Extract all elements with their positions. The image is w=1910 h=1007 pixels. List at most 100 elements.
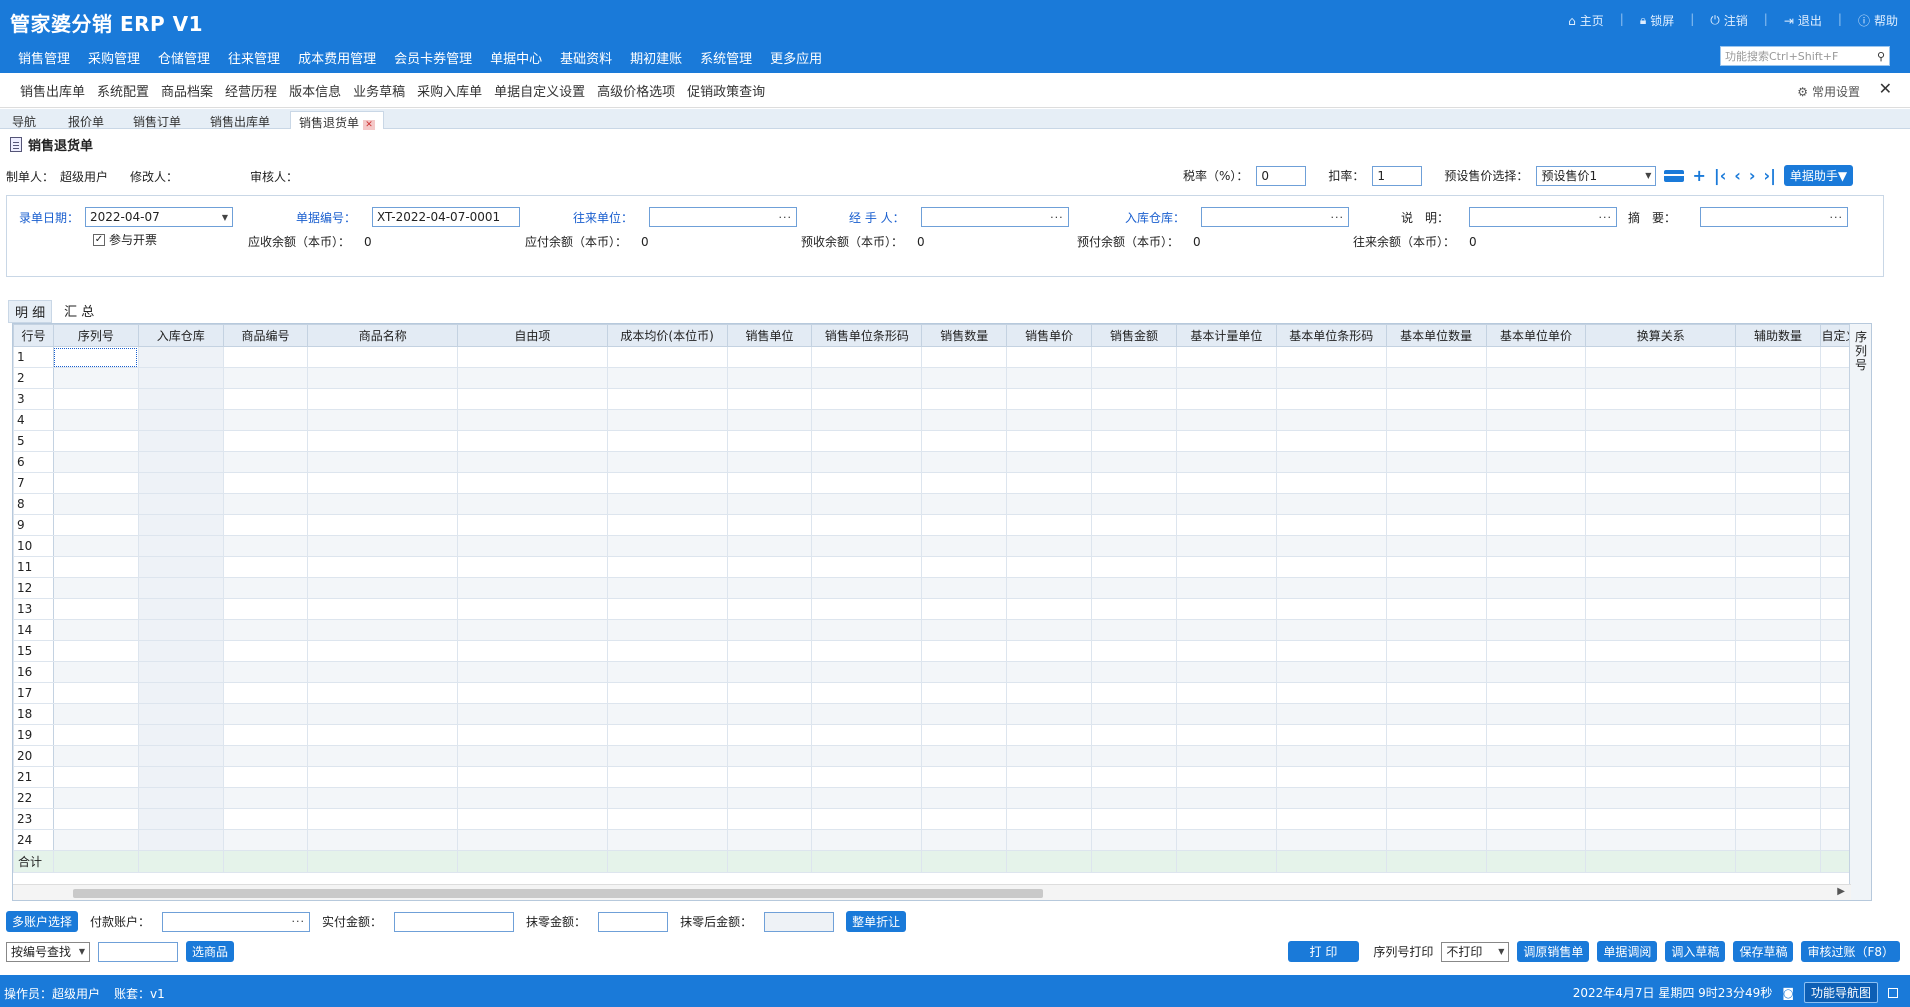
grid-cell[interactable] [1175, 619, 1277, 641]
grid-cell[interactable] [606, 787, 728, 809]
grid-cell[interactable] [457, 703, 608, 725]
grid-cell[interactable] [606, 682, 728, 704]
grid-cell[interactable] [606, 388, 728, 410]
grid-cell[interactable] [52, 514, 139, 536]
table-row[interactable]: 24 [13, 829, 1871, 851]
grid-cell[interactable] [921, 829, 1008, 851]
grid-cell[interactable] [921, 787, 1008, 809]
grid-cell[interactable] [1735, 493, 1821, 515]
submenu-promo[interactable]: 促销政策查询 [687, 81, 765, 100]
grid-cell[interactable] [726, 346, 813, 368]
grid-cell[interactable] [1275, 661, 1387, 683]
grid-cell[interactable] [1091, 451, 1177, 473]
grid-cell[interactable] [307, 787, 459, 809]
more-icon[interactable]: ··· [1331, 211, 1345, 224]
grid-cell[interactable] [811, 514, 923, 536]
grid-cell[interactable] [1175, 430, 1277, 452]
help-link[interactable]: ⓘ 帮助 [1858, 12, 1898, 29]
grid-cell[interactable] [137, 808, 224, 830]
grid-cell[interactable] [307, 451, 459, 473]
grid-cell[interactable] [222, 640, 309, 662]
grid-cell[interactable] [921, 535, 1008, 557]
column-header[interactable]: 商品名称 [307, 324, 459, 347]
grid-cell[interactable] [606, 619, 728, 641]
grid-cell[interactable] [137, 367, 224, 389]
grid-cell[interactable] [726, 493, 813, 515]
grid-cell[interactable] [1585, 388, 1737, 410]
grid-cell[interactable] [307, 829, 459, 851]
grid-cell[interactable] [457, 598, 608, 620]
grid-cell[interactable] [137, 388, 224, 410]
grid-cell[interactable] [1585, 829, 1737, 851]
grid-cell[interactable] [921, 409, 1008, 431]
grid-cell[interactable] [1175, 535, 1277, 557]
nav-basic-data[interactable]: 基础资料 [560, 48, 612, 67]
grid-cell[interactable] [222, 682, 309, 704]
horizontal-scrollbar[interactable]: ▶ [13, 884, 1851, 900]
grid-cell[interactable] [457, 661, 608, 683]
grid-cell[interactable] [921, 430, 1008, 452]
grid-cell[interactable] [726, 598, 813, 620]
grid-cell[interactable] [1006, 598, 1093, 620]
grid-cell[interactable] [1006, 661, 1093, 683]
grid-cell[interactable] [222, 409, 309, 431]
grid-cell[interactable] [1735, 724, 1821, 746]
grid-cell[interactable] [52, 577, 139, 599]
grid-cell[interactable] [1091, 598, 1177, 620]
grid-cell[interactable] [811, 661, 923, 683]
grid-cell[interactable] [457, 367, 608, 389]
grid-cell[interactable] [921, 619, 1008, 641]
column-header[interactable]: 入库仓库 [137, 324, 224, 347]
grid-cell[interactable] [1485, 472, 1587, 494]
grid-cell[interactable] [457, 388, 608, 410]
table-row[interactable]: 5 [13, 430, 1871, 452]
grid-cell[interactable] [1091, 640, 1177, 662]
grid-cell[interactable] [222, 661, 309, 683]
grid-cell[interactable] [222, 388, 309, 410]
grid-cell[interactable] [1385, 661, 1487, 683]
grid-cell[interactable] [1091, 514, 1177, 536]
grid-cell[interactable] [307, 577, 459, 599]
grid-cell[interactable] [52, 661, 139, 683]
grid-cell[interactable] [1175, 703, 1277, 725]
grid-cell[interactable] [1275, 703, 1387, 725]
grid-cell[interactable] [1485, 556, 1587, 578]
load-draft-button[interactable]: 调入草稿 [1665, 941, 1726, 962]
grid-cell[interactable] [606, 808, 728, 830]
grid-cell[interactable] [1735, 556, 1821, 578]
grid-cell[interactable] [726, 661, 813, 683]
grid-cell[interactable] [726, 430, 813, 452]
partner-input[interactable]: ··· [649, 207, 798, 227]
grid-cell[interactable] [1485, 808, 1587, 830]
grid-cell[interactable] [606, 451, 728, 473]
note-input[interactable]: ··· [1469, 207, 1618, 227]
grid-cell[interactable] [137, 703, 224, 725]
grid-cell[interactable] [921, 451, 1008, 473]
grid-cell[interactable] [222, 346, 309, 368]
grid-cell[interactable] [222, 514, 309, 536]
grid-cell[interactable] [1175, 577, 1277, 599]
last-icon[interactable]: ›| [1763, 166, 1775, 185]
grid-cell[interactable] [1485, 682, 1587, 704]
scrollbar-thumb[interactable] [73, 889, 1043, 898]
add-icon[interactable]: + [1692, 166, 1705, 185]
grid-cell[interactable] [1385, 598, 1487, 620]
column-header[interactable]: 成本均价(本位币) [606, 324, 728, 347]
grid-cell[interactable] [1735, 346, 1821, 368]
chevron-right-icon[interactable]: ▶ [1837, 886, 1845, 897]
whole-discount-button[interactable]: 整单折让 [846, 911, 907, 932]
select-goods-button[interactable]: 选商品 [186, 941, 235, 962]
table-row[interactable]: 9 [13, 514, 1871, 536]
more-icon[interactable]: ··· [779, 211, 793, 224]
grid-cell[interactable] [1385, 472, 1487, 494]
recall-sales-button[interactable]: 调原销售单 [1517, 941, 1590, 962]
invoice-checkbox[interactable]: ✓ [93, 233, 105, 246]
grid-cell[interactable] [726, 829, 813, 851]
grid-cell[interactable] [1175, 724, 1277, 746]
grid-cell[interactable] [137, 493, 224, 515]
grid-cell[interactable] [811, 598, 923, 620]
grid-cell[interactable] [1275, 724, 1387, 746]
nav-accounts[interactable]: 往来管理 [228, 48, 280, 67]
grid-cell[interactable] [1585, 346, 1737, 368]
grid-cell[interactable] [811, 766, 923, 788]
